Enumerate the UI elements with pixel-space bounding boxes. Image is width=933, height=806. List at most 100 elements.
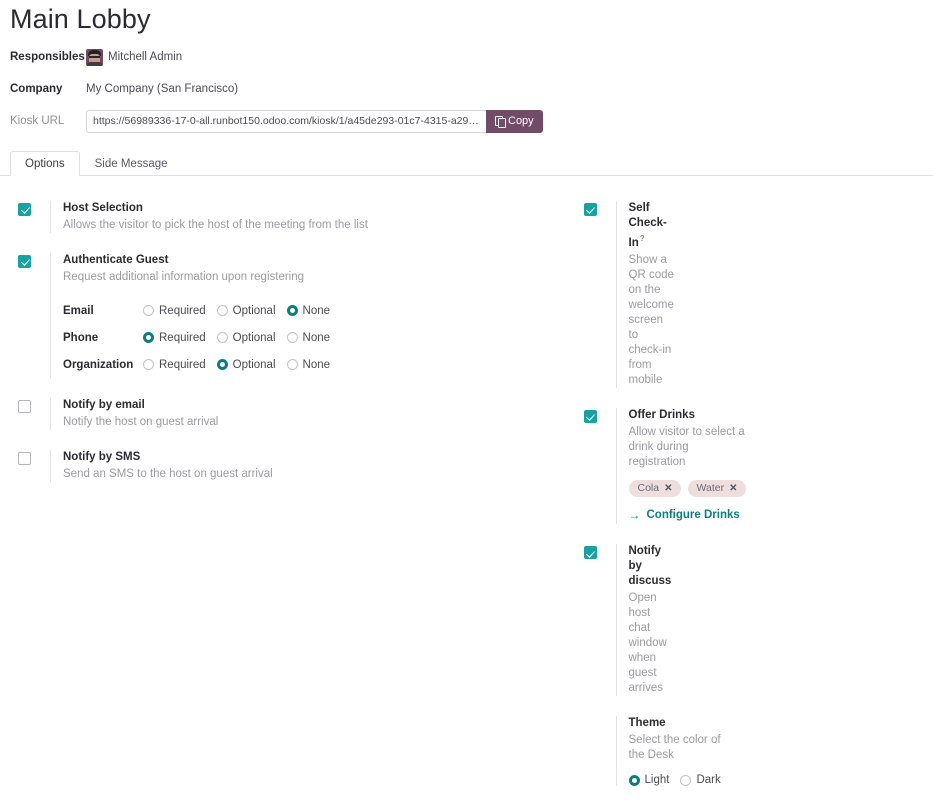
responsibles-value-wrap: Mitchell Admin [86, 49, 182, 66]
drink-tag-water[interactable]: Water ✕ [688, 480, 746, 498]
notify-by-discuss-title: Notify by discuss [629, 544, 672, 589]
organization-optional-label: Optional [233, 359, 276, 371]
organization-none-radio[interactable] [287, 359, 298, 370]
offer-drinks-checkbox-cell [584, 408, 616, 525]
phone-required-label: Required [159, 332, 206, 344]
field-row-responsibles: Responsibles Mitchell Admin [10, 45, 933, 69]
notify-by-sms-body: Notify by SMS Send an SMS to the host on… [50, 450, 457, 482]
self-check-in-desc: Show a QR code on the welcome screen to … [629, 253, 674, 388]
email-optional-radio[interactable] [217, 305, 228, 316]
self-check-in-body: Self Check-In? Show a QR code on the wel… [616, 201, 674, 388]
authenticate-guest-body: Authenticate Guest Request additional in… [50, 253, 457, 378]
phone-none-option[interactable]: None [287, 332, 331, 344]
self-check-in-checkbox-cell [584, 201, 616, 388]
phone-none-radio[interactable] [287, 332, 298, 343]
remove-tag-icon[interactable]: ✕ [729, 483, 737, 494]
email-none-label: None [303, 305, 331, 317]
tab-side-message[interactable]: Side Message [80, 151, 183, 177]
notify-by-email-checkbox[interactable] [18, 400, 31, 413]
authenticate-guest-checkbox[interactable] [18, 255, 31, 268]
matrix-row-phone: Phone Required Optional None [63, 324, 457, 351]
setting-authenticate-guest: Authenticate Guest Request additional in… [18, 253, 457, 378]
kiosk-url-control: https://56989336-17-0-all.runbot150.odoo… [86, 110, 543, 133]
phone-required-radio[interactable] [143, 332, 154, 343]
drink-tag-water-label: Water [697, 482, 725, 494]
organization-required-option[interactable]: Required [143, 359, 206, 371]
drink-tag-cola[interactable]: Cola ✕ [629, 480, 681, 498]
host-selection-checkbox-cell [18, 201, 50, 233]
theme-desc: Select the color of the Desk [629, 733, 732, 763]
offer-drinks-title: Offer Drinks [629, 408, 746, 423]
notify-by-sms-checkbox[interactable] [18, 452, 31, 465]
kiosk-url-input[interactable]: https://56989336-17-0-all.runbot150.odoo… [86, 110, 486, 133]
self-check-in-checkbox[interactable] [584, 203, 597, 216]
organization-optional-radio[interactable] [217, 359, 228, 370]
drinks-tag-list: Cola ✕ Water ✕ [629, 480, 746, 498]
configure-drinks-button[interactable]: → Configure Drinks [629, 509, 740, 521]
self-check-in-title: Self Check-In? [629, 201, 674, 251]
copy-button[interactable]: Copy [486, 110, 543, 133]
setting-notify-by-sms: Notify by SMS Send an SMS to the host on… [18, 450, 457, 482]
matrix-label-organization: Organization [63, 359, 143, 371]
kiosk-url-label: Kiosk URL [10, 115, 86, 127]
matrix-label-phone: Phone [63, 332, 143, 344]
email-none-radio[interactable] [287, 305, 298, 316]
email-required-label: Required [159, 305, 206, 317]
company-value[interactable]: My Company (San Francisco) [86, 83, 238, 95]
phone-required-option[interactable]: Required [143, 332, 206, 344]
settings-panel: Host Selection Allows the visitor to pic… [0, 176, 933, 806]
theme-title: Theme [629, 716, 732, 731]
notify-by-email-checkbox-cell [18, 398, 50, 430]
theme-dark-option[interactable]: Dark [680, 774, 720, 786]
organization-required-radio[interactable] [143, 359, 154, 370]
theme-radio-group: Light Dark [629, 774, 732, 786]
organization-optional-option[interactable]: Optional [217, 359, 276, 371]
company-label: Company [10, 83, 86, 95]
email-required-option[interactable]: Required [143, 305, 206, 317]
notify-by-sms-desc: Send an SMS to the host on guest arrival [63, 467, 457, 482]
email-none-option[interactable]: None [287, 305, 331, 317]
host-selection-checkbox[interactable] [18, 203, 31, 216]
email-required-radio[interactable] [143, 305, 154, 316]
theme-light-label: Light [645, 774, 670, 786]
offer-drinks-checkbox[interactable] [584, 410, 597, 423]
remove-tag-icon[interactable]: ✕ [664, 483, 672, 494]
phone-optional-option[interactable]: Optional [217, 332, 276, 344]
theme-light-option[interactable]: Light [629, 774, 670, 786]
record-fields: Responsibles Mitchell Admin Company My C… [0, 35, 933, 133]
offer-drinks-body: Offer Drinks Allow visitor to select a d… [616, 408, 746, 525]
notify-by-discuss-desc: Open host chat window when guest arrives [629, 591, 672, 696]
tab-bar: Options Side Message [0, 145, 933, 176]
offer-drinks-desc: Allow visitor to select a drink during r… [629, 425, 746, 470]
guest-info-radio-matrix: Email Required Optional None [63, 297, 457, 378]
drink-tag-cola-label: Cola [638, 482, 660, 494]
organization-none-option[interactable]: None [287, 359, 331, 371]
theme-body: Theme Select the color of the Desk Light… [616, 716, 732, 786]
notify-by-email-desc: Notify the host on guest arrival [63, 415, 457, 430]
matrix-label-email: Email [63, 305, 143, 317]
notify-by-email-body: Notify by email Notify the host on guest… [50, 398, 457, 430]
phone-optional-radio[interactable] [217, 332, 228, 343]
theme-dark-label: Dark [696, 774, 720, 786]
host-selection-body: Host Selection Allows the visitor to pic… [50, 201, 457, 233]
theme-dark-radio[interactable] [680, 775, 691, 786]
help-icon[interactable]: ? [640, 234, 645, 243]
user-avatar-icon [86, 49, 103, 66]
matrix-row-organization: Organization Required Optional None [63, 351, 457, 378]
configure-drinks-label: Configure Drinks [647, 509, 740, 521]
authenticate-guest-title: Authenticate Guest [63, 253, 457, 268]
responsibles-value[interactable]: Mitchell Admin [108, 51, 182, 63]
matrix-row-email: Email Required Optional None [63, 297, 457, 324]
phone-optional-label: Optional [233, 332, 276, 344]
page-title: Main Lobby [0, 0, 933, 35]
copy-button-label: Copy [508, 115, 534, 127]
notify-by-discuss-checkbox[interactable] [584, 546, 597, 559]
theme-spacer [584, 716, 616, 786]
notify-by-discuss-checkbox-cell [584, 544, 616, 696]
copy-icon [495, 116, 504, 126]
arrow-right-icon: → [629, 509, 641, 521]
phone-none-label: None [303, 332, 331, 344]
tab-options[interactable]: Options [10, 151, 80, 177]
email-optional-option[interactable]: Optional [217, 305, 276, 317]
theme-light-radio[interactable] [629, 775, 640, 786]
